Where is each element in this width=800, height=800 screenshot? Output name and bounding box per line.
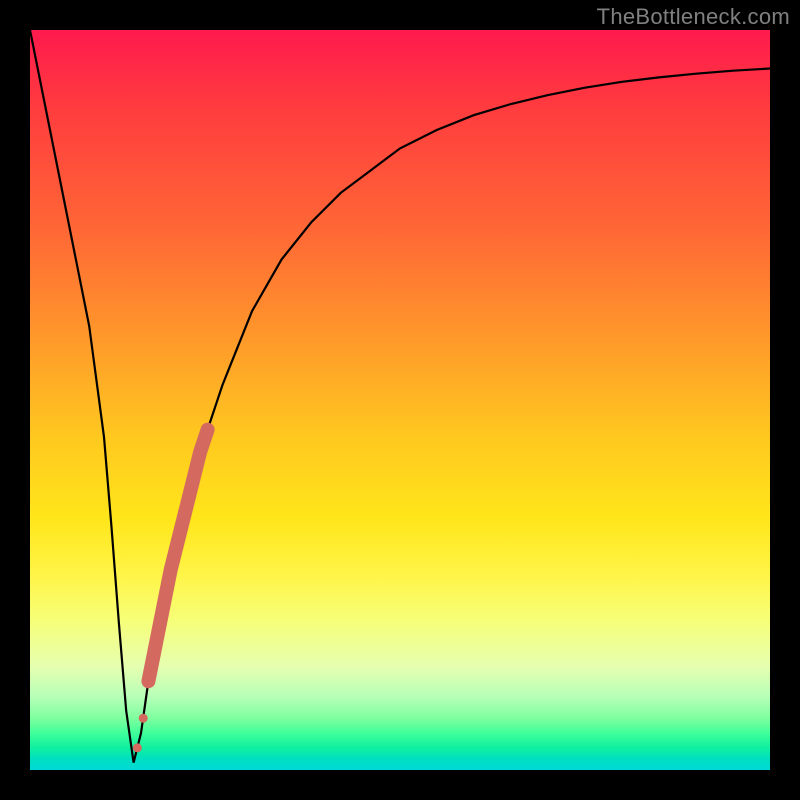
highlight-dot xyxy=(139,714,148,723)
highlight-segment-path xyxy=(148,430,207,682)
watermark-text: TheBottleneck.com xyxy=(597,4,790,30)
bottleneck-curve-path xyxy=(30,30,770,763)
highlight-dot xyxy=(133,743,142,752)
plot-area xyxy=(30,30,770,770)
chart-svg xyxy=(30,30,770,770)
chart-frame: TheBottleneck.com xyxy=(0,0,800,800)
